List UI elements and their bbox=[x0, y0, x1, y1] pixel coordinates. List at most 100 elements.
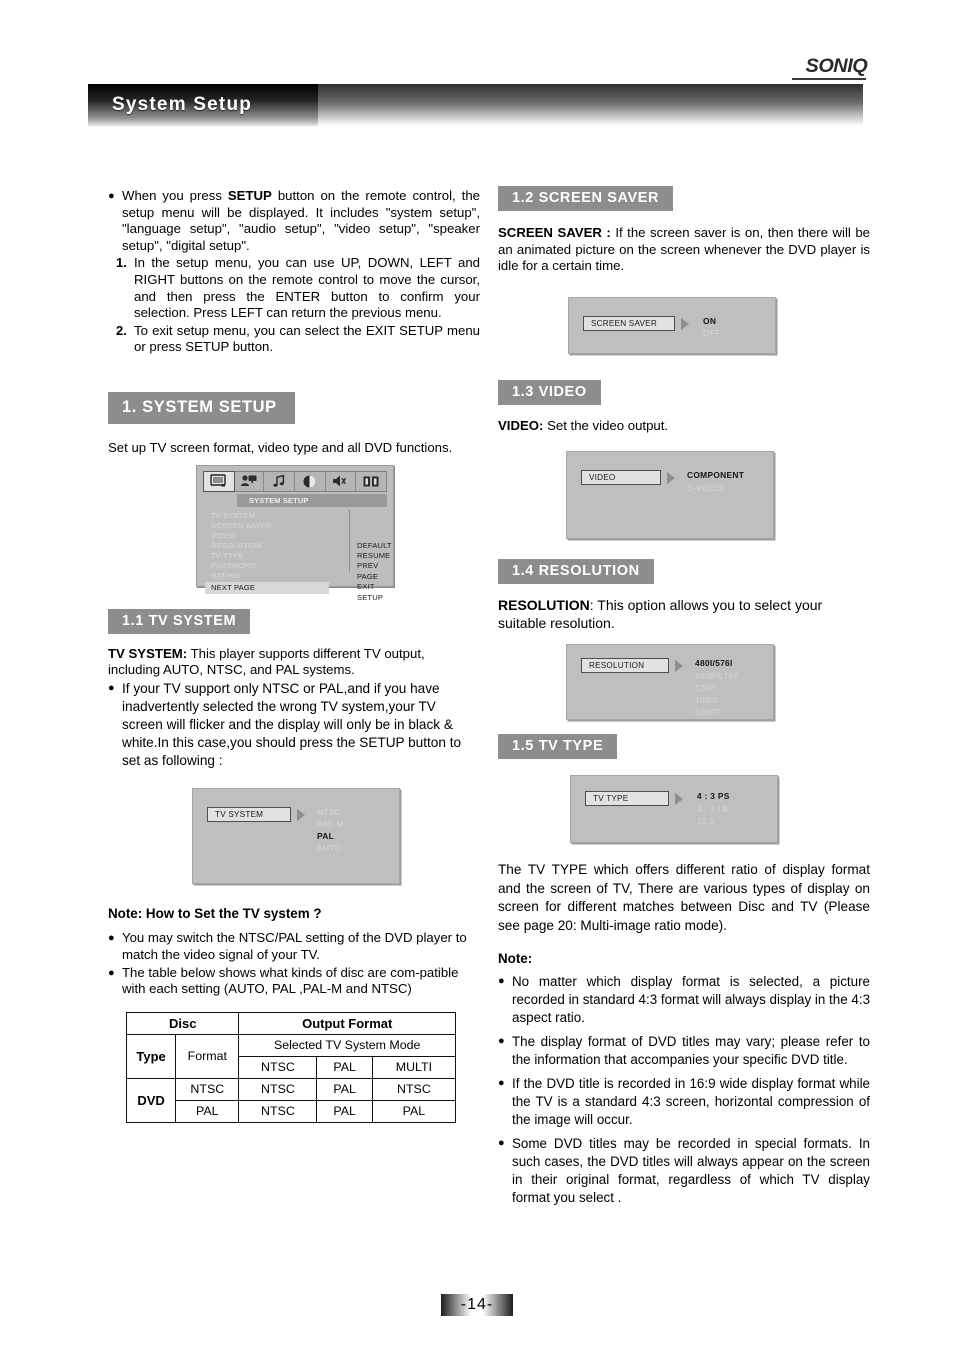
osd-item-next-page[interactable]: NEXT PAGE bbox=[205, 581, 329, 594]
table-mode-pal: PAL bbox=[316, 1055, 373, 1079]
table-row: Disc Output Format bbox=[125, 1011, 456, 1035]
table-header-disc: Disc bbox=[125, 1011, 240, 1035]
osd-screen-saver-label-box[interactable]: SCREEN SAVER bbox=[583, 315, 675, 331]
table-row: Type Format Selected TV System Mode bbox=[125, 1033, 456, 1079]
osd-screen-saver-label: SCREEN SAVER bbox=[591, 318, 657, 328]
osd-tv-system-label: TV SYSTEM bbox=[215, 809, 264, 819]
osd-item-screen-saver[interactable]: SCREEN SAVER bbox=[205, 521, 355, 531]
osd-tv-type-label-box[interactable]: TV TYPE bbox=[585, 791, 669, 807]
osd-resolution-options: 480I/576I 480P/576P 720P 1080I 1080P bbox=[695, 657, 739, 718]
resolution-label: RESOLUTION bbox=[498, 597, 590, 614]
table-mode-multi: MULTI bbox=[371, 1055, 457, 1079]
osd-tv-type-label: TV TYPE bbox=[593, 794, 629, 804]
table-row: PAL NTSC PAL PAL bbox=[127, 1099, 457, 1123]
note-bullet-1-text: No matter which display format is select… bbox=[512, 973, 871, 1025]
osd-option-auto[interactable]: AUTO bbox=[317, 842, 343, 854]
tv-system-bullet: ● If your TV support only NTSC or PAL,an… bbox=[108, 680, 480, 770]
tv-type-description: The TV TYPE which offers different ratio… bbox=[498, 862, 870, 933]
osd-option-720p[interactable]: 720P bbox=[695, 682, 739, 694]
osd-subtitle: SYSTEM SETUP bbox=[237, 493, 387, 507]
section-heading-tv-system: 1.1 TV SYSTEM bbox=[108, 608, 251, 634]
video-desc-text: Set the video output. bbox=[543, 417, 669, 433]
table-cell-format-pal: PAL bbox=[175, 1099, 240, 1123]
osd-action-resume[interactable]: RESUME bbox=[357, 551, 393, 561]
screen-saver-description: SCREEN SAVER : If the screen saver is on… bbox=[498, 225, 870, 275]
osd-option-4-3-lb[interactable]: 4 : 3 LB bbox=[697, 803, 730, 815]
osd-item-video[interactable]: VIDEO bbox=[205, 531, 355, 541]
audio-note-icon[interactable] bbox=[264, 471, 296, 491]
osd-item-tv-system[interactable]: TV SYSTEM bbox=[205, 511, 355, 521]
bullet-icon: ● bbox=[498, 1034, 505, 1047]
setup-keyword: SETUP bbox=[227, 188, 272, 203]
osd-video-label: VIDEO bbox=[589, 473, 616, 483]
osd-video-options: COMPONENT S-VIDEO bbox=[687, 469, 744, 493]
osd-item-rating[interactable]: RATING bbox=[205, 571, 355, 581]
osd-option-1080p[interactable]: 1080P bbox=[695, 706, 739, 718]
osd-option-4-3-ps[interactable]: 4 : 3 PS bbox=[697, 790, 730, 802]
osd-option-1080i[interactable]: 1080I bbox=[695, 694, 739, 706]
osd-action-exit-setup[interactable]: EXIT SETUP bbox=[357, 582, 393, 603]
soniq-logo: SONIQ bbox=[805, 56, 868, 77]
speaker-icon[interactable] bbox=[326, 471, 357, 491]
step-1-text: In the setup menu, you can use UP, DOWN,… bbox=[134, 255, 480, 321]
osd-option-component[interactable]: COMPONENT bbox=[687, 469, 744, 481]
chevron-right-icon bbox=[681, 317, 689, 330]
osd-option-s-video[interactable]: S-VIDEO bbox=[687, 482, 744, 494]
table-cell-r0c2: NTSC bbox=[371, 1077, 457, 1101]
table-mode-ntsc: NTSC bbox=[238, 1055, 318, 1079]
osd-panel-video: VIDEO COMPONENT S-VIDEO bbox=[566, 451, 774, 540]
osd-tv-system-options: NTSC PAL-M PAL AUTO bbox=[317, 806, 343, 855]
osd-panel-tv-type: TV TYPE 4 : 3 PS 4 : 3 LB 16:9 bbox=[570, 775, 778, 844]
section-heading-video: 1.3 VIDEO bbox=[498, 379, 601, 405]
bullet-icon: ● bbox=[108, 190, 115, 202]
osd-action-prev-page[interactable]: PREV PAGE bbox=[357, 561, 393, 582]
osd-action-default[interactable]: DEFAULT bbox=[357, 541, 393, 551]
osd-icon-row bbox=[203, 470, 387, 492]
table-cell-r0c0: NTSC bbox=[238, 1077, 318, 1101]
osd-option-480i-576i[interactable]: 480I/576I bbox=[695, 657, 739, 669]
osd-option-pal[interactable]: PAL bbox=[317, 830, 343, 842]
bullet-icon: ● bbox=[498, 1136, 505, 1149]
table-cell-type-dvd: DVD bbox=[125, 1077, 177, 1123]
osd-tv-system-label-box[interactable]: TV SYSTEM bbox=[207, 806, 291, 822]
page-footer: -14- bbox=[0, 1294, 954, 1316]
disc-output-format-table: Disc Output Format Type Format Selected … bbox=[125, 1011, 457, 1123]
osd-option-480p-576p[interactable]: 480P/576P bbox=[695, 670, 739, 682]
step-2: 2. To exit setup menu, you can select th… bbox=[108, 323, 480, 356]
digital-bars-icon[interactable] bbox=[356, 472, 386, 491]
bullet-icon: ● bbox=[108, 681, 115, 694]
chevron-right-icon bbox=[675, 793, 683, 806]
tv-system-description: TV SYSTEM: This player supports differen… bbox=[108, 646, 480, 679]
note-heading-tv-type: Note: bbox=[498, 951, 533, 966]
bullet-icon: ● bbox=[498, 974, 505, 987]
table-cell-format-ntsc: NTSC bbox=[175, 1077, 240, 1101]
osd-panel-resolution: RESOLUTION 480I/576I 480P/576P 720P 1080… bbox=[566, 644, 774, 721]
osd-option-16-9[interactable]: 16:9 bbox=[697, 815, 730, 827]
bullet-icon: ● bbox=[108, 932, 115, 945]
osd-action-list: DEFAULT RESUME PREV PAGE EXIT SETUP bbox=[357, 541, 393, 603]
step-1: 1. In the setup menu, you can use UP, DO… bbox=[108, 255, 480, 321]
osd-item-tv-type[interactable]: TV TYPE bbox=[205, 551, 355, 561]
osd-option-on[interactable]: ON bbox=[703, 315, 721, 327]
video-circle-icon[interactable] bbox=[295, 471, 326, 491]
note-bullet-2-text: The display format of DVD titles may var… bbox=[512, 1033, 870, 1067]
section-heading-tv-type: 1.5 TV TYPE bbox=[498, 734, 618, 760]
osd-item-resolution[interactable]: RESOLUTION bbox=[205, 541, 355, 551]
osd-option-ntsc[interactable]: NTSC bbox=[317, 806, 343, 818]
tv-monitor-icon[interactable] bbox=[203, 470, 235, 492]
language-person-icon[interactable] bbox=[234, 471, 265, 491]
osd-option-off[interactable]: OFF bbox=[703, 327, 721, 339]
tv-system-bullet-text: If your TV support only NTSC or PAL,and … bbox=[122, 680, 462, 768]
table-row: DVD NTSC NTSC PAL NTSC bbox=[125, 1077, 457, 1123]
note-bullet-2: ● The display format of DVD titles may v… bbox=[498, 1033, 870, 1069]
osd-video-label-box[interactable]: VIDEO bbox=[581, 470, 661, 486]
page-title: System Setup bbox=[112, 94, 253, 115]
section-heading-screen-saver: 1.2 SCREEN SAVER bbox=[498, 186, 674, 211]
osd-resolution-label-box[interactable]: RESOLUTION bbox=[581, 658, 669, 674]
osd-option-pal-m[interactable]: PAL-M bbox=[317, 818, 343, 830]
osd-item-password[interactable]: PASSWORD bbox=[205, 561, 355, 571]
table-cell-r1c2: PAL bbox=[371, 1099, 457, 1123]
osd-tv-type-options: 4 : 3 PS 4 : 3 LB 16:9 bbox=[697, 790, 730, 827]
table-cell-r1c0: NTSC bbox=[238, 1099, 318, 1123]
step-1-number: 1. bbox=[116, 255, 127, 271]
